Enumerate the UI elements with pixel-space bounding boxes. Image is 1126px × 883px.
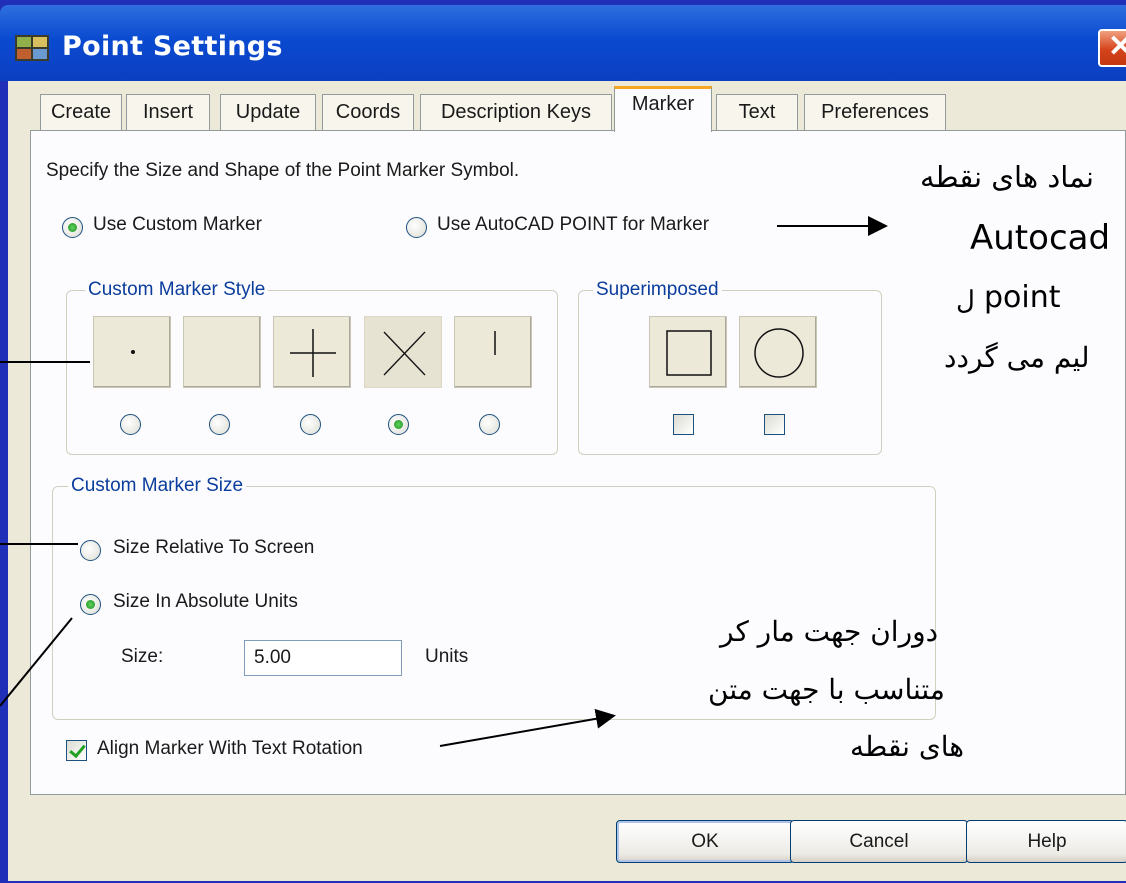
use-custom-marker-label: Use Custom Marker bbox=[93, 214, 262, 235]
annotation-top-line-4: ليم می گردد bbox=[944, 341, 1090, 374]
ok-button[interactable]: OK bbox=[616, 820, 794, 863]
annotation-top-line-1: نماد های نقطه bbox=[920, 160, 1094, 194]
marker-style-plus-button[interactable] bbox=[273, 316, 351, 388]
tab-coords[interactable]: Coords bbox=[322, 94, 414, 131]
custom-marker-size-legend: Custom Marker Size bbox=[68, 475, 247, 497]
marker-style-tick-radio[interactable] bbox=[479, 414, 500, 435]
marker-style-dot-radio[interactable] bbox=[120, 414, 141, 435]
annotation-top-fragment: ل bbox=[956, 286, 975, 316]
annotation-top-line-3: point bbox=[984, 280, 1061, 315]
tab-label: Description Keys bbox=[440, 101, 592, 123]
use-autocad-point-label: Use AutoCAD POINT for Marker bbox=[437, 214, 710, 235]
superimposed-circle-button[interactable] bbox=[739, 316, 817, 388]
marker-style-tick-button[interactable] bbox=[454, 316, 532, 388]
marker-style-plus-radio[interactable] bbox=[300, 414, 321, 435]
dot-marker-icon bbox=[131, 350, 135, 354]
tab-label: Preferences bbox=[821, 101, 929, 123]
superimposed-circle-checkbox[interactable] bbox=[764, 414, 785, 435]
tick-marker-icon bbox=[494, 331, 496, 355]
tab-text[interactable]: Text bbox=[716, 94, 798, 131]
annotation-bottom-line-3: های نقطه bbox=[850, 730, 965, 763]
align-marker-label: Align Marker With Text Rotation bbox=[97, 738, 363, 759]
tab-update[interactable]: Update bbox=[220, 94, 316, 131]
annotation-top-line-2: Autocad bbox=[970, 218, 1111, 258]
size-absolute-label: Size In Absolute Units bbox=[113, 591, 298, 612]
marker-style-blank-button[interactable] bbox=[183, 316, 261, 388]
superimposed-legend: Superimposed bbox=[593, 279, 722, 301]
superimposed-group bbox=[578, 290, 882, 455]
blank-marker-icon bbox=[184, 317, 262, 389]
annotation-bottom-line-2: متناسب با جهت متن bbox=[708, 673, 945, 706]
custom-marker-style-legend: Custom Marker Style bbox=[85, 279, 269, 301]
tab-label: Create bbox=[50, 101, 112, 123]
tab-label: Marker bbox=[631, 93, 695, 115]
help-button[interactable]: Help bbox=[966, 820, 1126, 863]
tab-create[interactable]: Create bbox=[40, 94, 122, 131]
size-relative-radio[interactable] bbox=[80, 540, 101, 561]
marker-style-x-button[interactable] bbox=[364, 316, 442, 388]
close-icon[interactable]: ✕ bbox=[1098, 29, 1126, 67]
tab-label: Coords bbox=[335, 101, 401, 123]
units-label: Units bbox=[425, 646, 469, 667]
align-marker-checkbox[interactable] bbox=[66, 740, 87, 761]
plus-marker-icon bbox=[290, 329, 336, 377]
instruction-text: Specify the Size and Shape of the Point … bbox=[46, 160, 520, 181]
tab-marker[interactable]: Marker bbox=[614, 86, 712, 132]
tab-label: Update bbox=[235, 101, 301, 123]
use-autocad-point-radio[interactable] bbox=[406, 217, 427, 238]
use-custom-marker-radio[interactable] bbox=[62, 217, 83, 238]
tab-insert[interactable]: Insert bbox=[126, 94, 210, 131]
superimposed-square-checkbox[interactable] bbox=[673, 414, 694, 435]
title-bar[interactable]: Point Settings ✕ bbox=[0, 5, 1126, 81]
app-icon bbox=[15, 35, 49, 61]
window-title: Point Settings bbox=[62, 31, 283, 62]
marker-style-x-radio[interactable] bbox=[388, 414, 409, 435]
annotation-bottom-line-1: دوران جهت مار کر bbox=[720, 615, 939, 648]
point-settings-window: Point Settings ✕ Create Insert Update Co… bbox=[0, 0, 1126, 883]
circle-marker-icon bbox=[754, 328, 804, 378]
superimposed-square-button[interactable] bbox=[649, 316, 727, 388]
x-marker-icon bbox=[383, 331, 426, 376]
tab-label: Insert bbox=[142, 101, 194, 123]
size-absolute-radio[interactable] bbox=[80, 594, 101, 615]
size-label: Size: bbox=[121, 646, 164, 667]
square-marker-icon bbox=[666, 330, 712, 376]
cancel-button[interactable]: Cancel bbox=[790, 820, 968, 863]
size-input[interactable]: 5.00 bbox=[244, 640, 402, 676]
tab-label: Text bbox=[738, 101, 776, 123]
tab-description-keys[interactable]: Description Keys bbox=[420, 94, 612, 131]
marker-style-dot-button[interactable] bbox=[93, 316, 171, 388]
tab-preferences[interactable]: Preferences bbox=[804, 94, 946, 131]
marker-style-blank-radio[interactable] bbox=[209, 414, 230, 435]
size-relative-label: Size Relative To Screen bbox=[113, 537, 315, 558]
